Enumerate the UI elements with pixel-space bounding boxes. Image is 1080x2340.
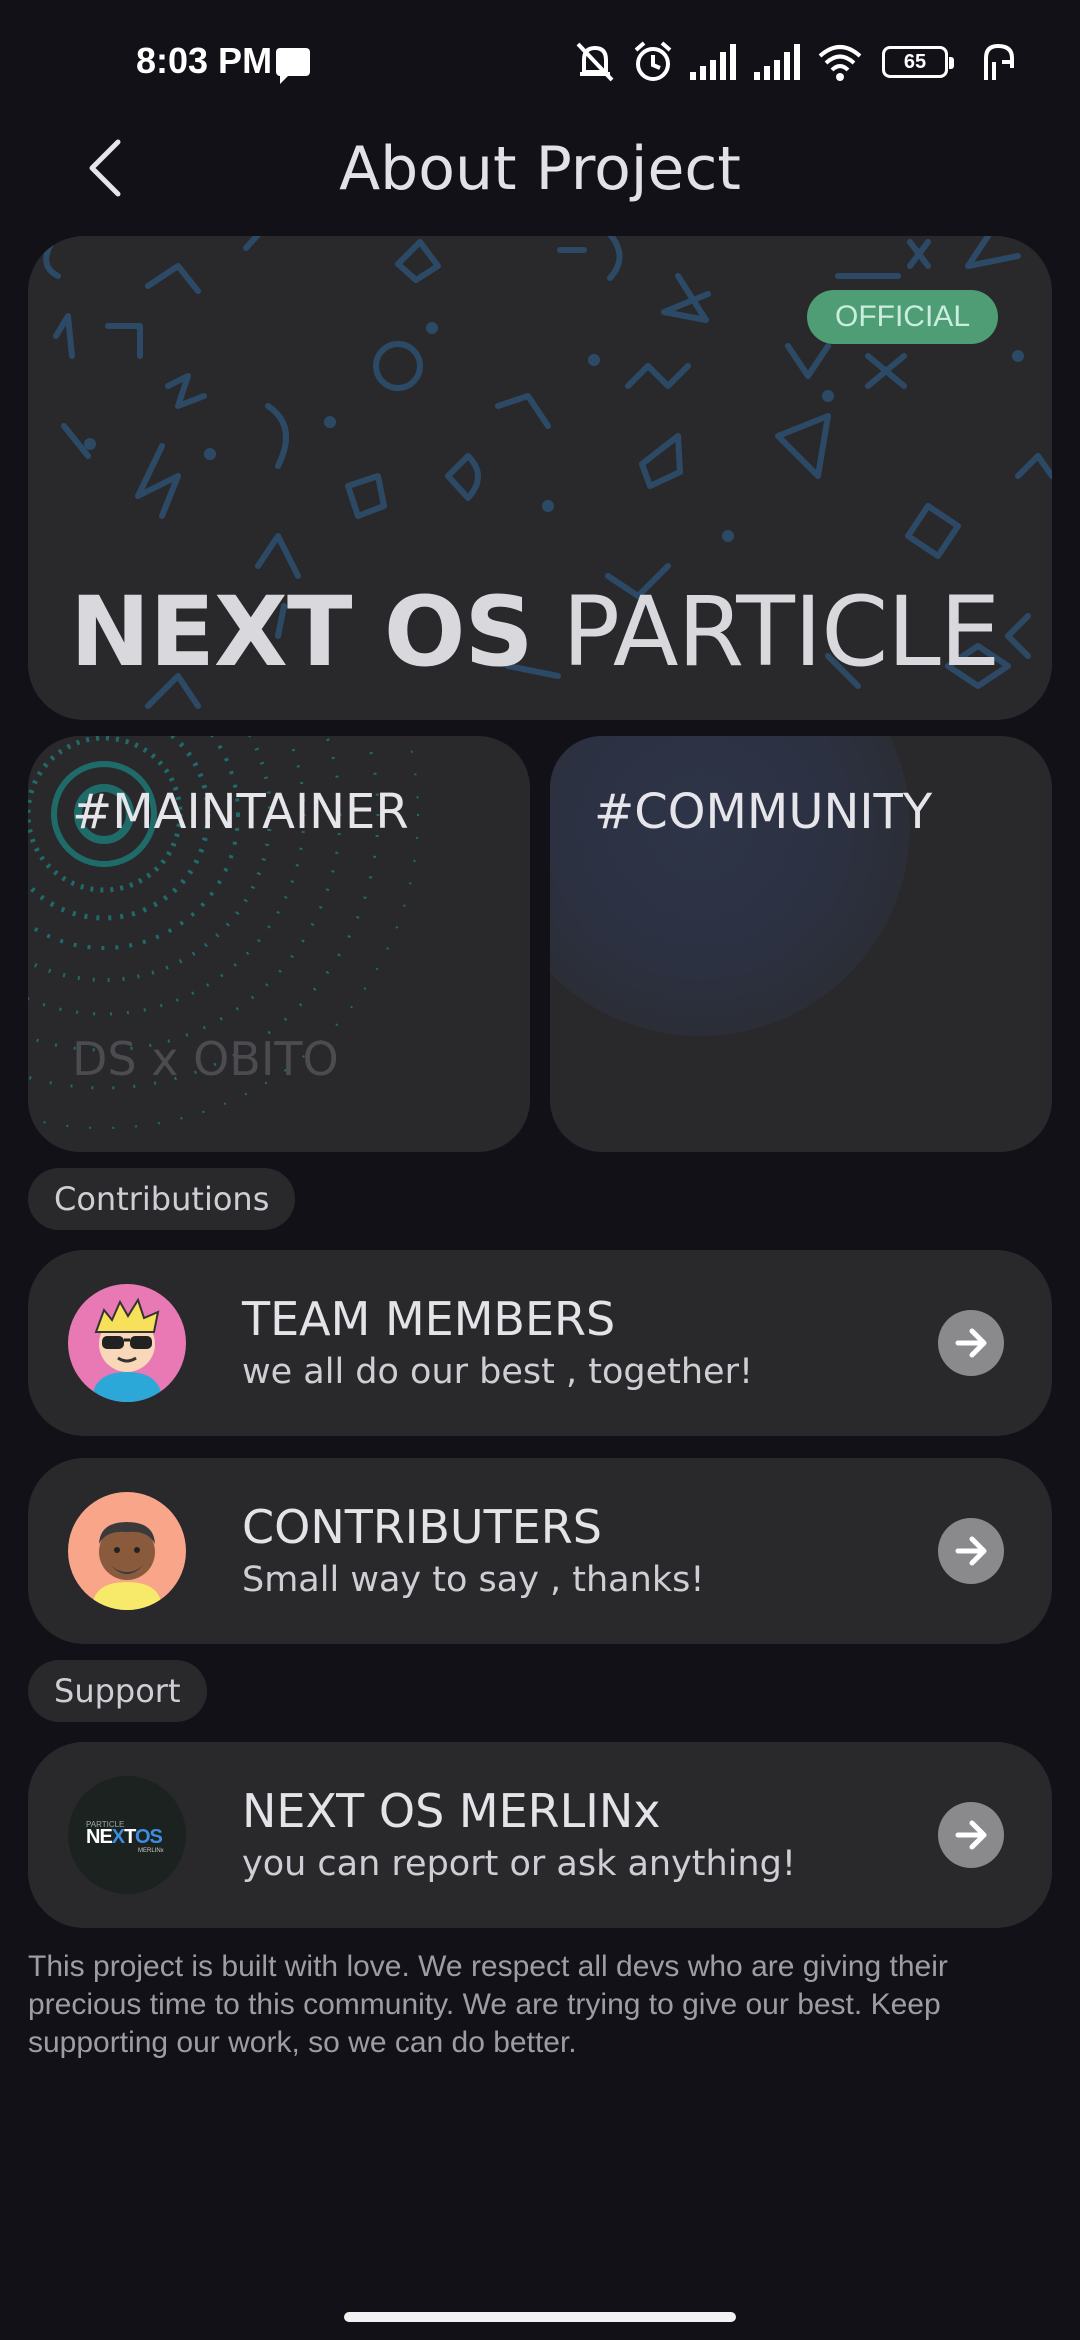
row-subtitle: Small way to say , thanks! [242,1560,705,1600]
contributers-row[interactable]: CONTRIBUTERS Small way to say , thanks! [28,1458,1052,1644]
status-time: 8:03 PM [136,40,273,81]
arrow-right-button[interactable] [938,1802,1004,1868]
logo-part-os: OS [135,1826,163,1848]
battery-level: 65 [903,51,927,73]
community-tag: #COMMUNITY [594,784,933,840]
hand-icon [984,43,1014,80]
logo-part-x: X [111,1826,125,1848]
arrow-right-icon [955,1536,987,1566]
section-contributions: Contributions [28,1168,296,1230]
silent-icon [576,42,614,82]
logo-part-ne: NE [86,1826,113,1848]
signal-icon [690,44,736,80]
hero-title: NEXT OS PARTICLE [70,576,1000,688]
status-icons: 65 [572,36,1020,88]
team-members-row[interactable]: TEAM MEMBERS we all do our best , togeth… [28,1250,1052,1436]
team-avatar [68,1284,186,1402]
arrow-right-button[interactable] [938,1518,1004,1584]
hero-title-light: PARTICLE [562,576,1000,688]
official-badge: OFFICIAL [806,290,998,344]
row-title: NEXT OS MERLINx [242,1784,661,1838]
arrow-right-icon [955,1820,987,1850]
hero-title-bold: NEXT OS [70,576,534,688]
alarm-icon [634,41,672,81]
home-indicator[interactable] [344,2312,736,2322]
nextos-logo: PARTICLE NEXTOS MERLINx [68,1776,186,1894]
section-support: Support [28,1660,207,1722]
maintainer-tag: #MAINTAINER [72,784,409,840]
logo-part-t: T [124,1826,136,1848]
footer-note: This project is built with love. We resp… [28,1950,948,2059]
logo-small-text: MERLINx [138,1848,164,1854]
maintainer-names: DS x OBITO [72,1032,339,1086]
signal-icon [754,44,800,80]
row-subtitle: you can report or ask anything! [242,1844,796,1884]
row-title: TEAM MEMBERS [242,1292,616,1346]
contributers-avatar [68,1492,186,1610]
row-title: CONTRIBUTERS [242,1500,602,1554]
gradient-blob [550,736,910,1036]
arrow-right-button[interactable] [938,1310,1004,1376]
hero-card[interactable]: OFFICIAL NEXT OS PARTICLE [28,236,1052,720]
row-subtitle: we all do our best , together! [242,1352,754,1392]
merlinx-row[interactable]: PARTICLE NEXTOS MERLINx NEXT OS MERLINx … [28,1742,1052,1928]
wifi-icon [818,45,862,81]
logo-text: NEXTOS [86,1826,163,1849]
arrow-right-icon [955,1328,987,1358]
battery-icon: 65 [882,46,954,78]
community-card[interactable]: #COMMUNITY [550,736,1052,1152]
maintainer-card[interactable]: #MAINTAINER DS x OBITO [28,736,530,1152]
page-title: About Project [339,134,741,204]
message-icon [276,48,310,84]
status-bar: 8:03 PM 65 [0,0,1080,126]
